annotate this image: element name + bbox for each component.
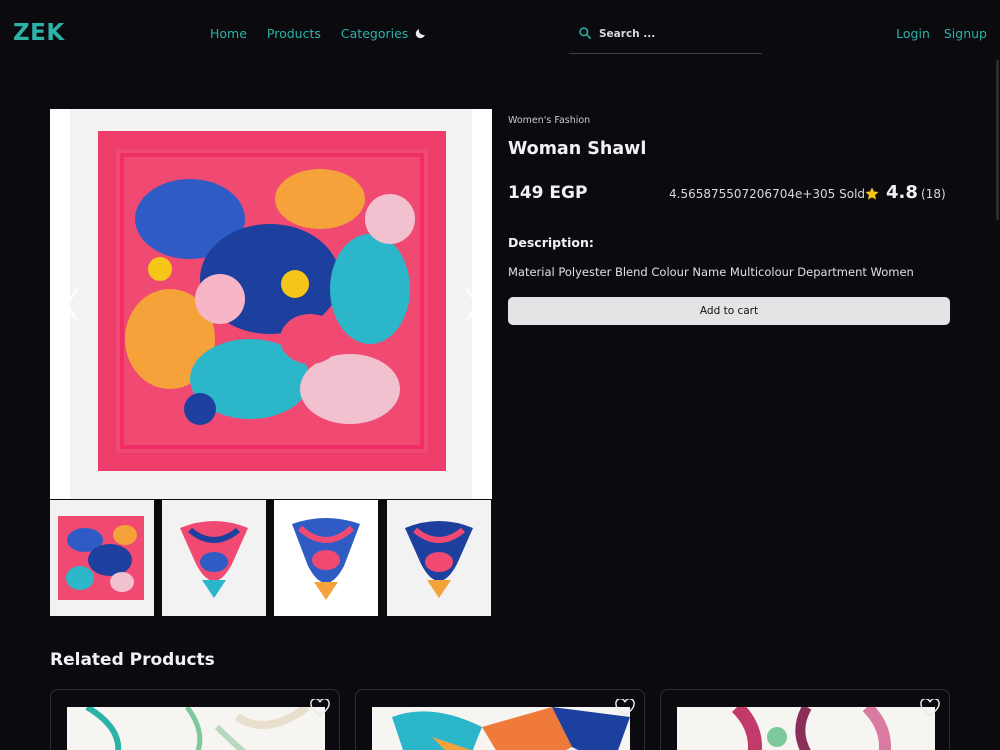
heart-icon[interactable] bbox=[920, 699, 940, 717]
related-product-image-3[interactable] bbox=[677, 707, 935, 750]
related-products-title: Related Products bbox=[50, 650, 215, 670]
thumbnail-3[interactable] bbox=[274, 500, 378, 616]
heart-icon[interactable] bbox=[615, 699, 635, 717]
description-text: Material Polyester Blend Colour Name Mul… bbox=[508, 265, 914, 279]
product-price: 149 EGP bbox=[508, 183, 588, 203]
related-product-card-3[interactable] bbox=[660, 689, 950, 750]
product-category[interactable]: Women's Fashion bbox=[508, 115, 590, 126]
search-input[interactable] bbox=[599, 24, 754, 44]
heart-icon[interactable] bbox=[310, 699, 330, 717]
search-box bbox=[569, 16, 762, 54]
signup-link[interactable]: Signup bbox=[944, 26, 987, 41]
next-image-arrow-icon[interactable] bbox=[464, 287, 480, 323]
related-product-card-2[interactable] bbox=[355, 689, 645, 750]
product-gallery bbox=[50, 109, 492, 617]
search-icon bbox=[579, 27, 592, 40]
thumbnail-strip bbox=[50, 499, 492, 617]
nav-links: Home Products Categories bbox=[210, 26, 408, 41]
thumbnail-1[interactable] bbox=[50, 500, 154, 616]
related-product-image-2[interactable] bbox=[372, 707, 630, 750]
rating-value: 4.8 bbox=[886, 182, 918, 203]
nav-link-categories[interactable]: Categories bbox=[341, 26, 408, 41]
description-label: Description: bbox=[508, 235, 594, 250]
nav-link-products[interactable]: Products bbox=[267, 26, 321, 41]
logo[interactable]: ZEK bbox=[13, 20, 65, 46]
main-product-image bbox=[70, 109, 472, 499]
thumbnail-4[interactable] bbox=[387, 500, 491, 616]
navbar: ZEK Home Products Categories Login Signu… bbox=[0, 0, 1000, 68]
moon-icon[interactable] bbox=[414, 27, 427, 40]
login-link[interactable]: Login bbox=[896, 26, 930, 41]
scrollbar-thumb[interactable] bbox=[996, 60, 999, 220]
add-to-cart-button[interactable]: Add to cart bbox=[508, 297, 950, 325]
product-title: Woman Shawl bbox=[508, 139, 647, 159]
sold-count: 4.565875507206704e+305 Sold bbox=[669, 187, 866, 201]
previous-image-arrow-icon[interactable] bbox=[64, 287, 80, 323]
shawl-image bbox=[70, 109, 472, 499]
auth-links: Login Signup bbox=[896, 26, 987, 41]
thumbnail-2[interactable] bbox=[162, 500, 266, 616]
related-product-image-1[interactable] bbox=[67, 707, 325, 750]
nav-link-home[interactable]: Home bbox=[210, 26, 247, 41]
scrollbar[interactable] bbox=[994, 0, 1000, 750]
review-count: (18) bbox=[921, 187, 946, 201]
star-icon bbox=[865, 187, 879, 200]
related-product-card-1[interactable] bbox=[50, 689, 340, 750]
